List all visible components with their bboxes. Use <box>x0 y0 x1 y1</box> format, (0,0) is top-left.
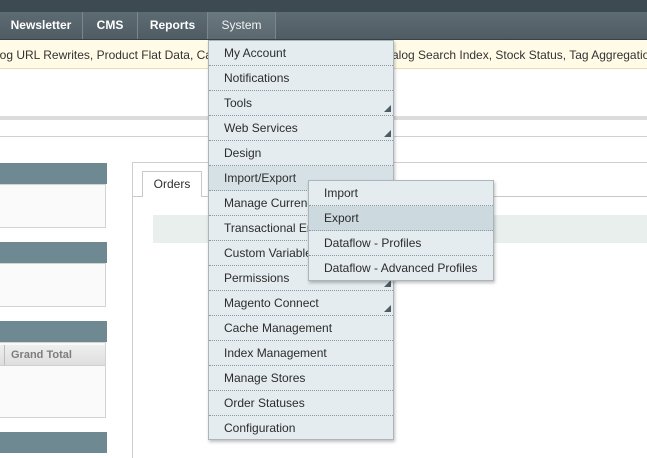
menu-item-label: Configuration <box>224 421 296 435</box>
menu-item-cache-management[interactable]: Cache Management <box>209 316 393 341</box>
dashboard-box-header <box>0 242 107 263</box>
menu-item-label: Web Services <box>224 121 298 135</box>
menu-item-manage-stores[interactable]: Manage Stores <box>209 366 393 391</box>
tab-orders[interactable]: Orders <box>142 171 202 197</box>
dashboard-box-body <box>0 263 106 307</box>
menu-item-label: Order Statuses <box>224 396 305 410</box>
header-strip <box>0 0 647 12</box>
menu-item-web-services[interactable]: Web Services <box>209 116 393 141</box>
dashboard-grid-header: Grand Total <box>0 345 105 366</box>
submenu-arrow-icon <box>384 280 391 287</box>
notice-text-right: alog Search Index, Stock Status, Tag Agg… <box>392 48 647 62</box>
menu-item-order-statuses[interactable]: Order Statuses <box>209 391 393 416</box>
menu-item-magento-connect[interactable]: Magento Connect <box>209 291 393 316</box>
menu-item-label: My Account <box>224 46 287 60</box>
menu-item-label: Tools <box>224 96 253 110</box>
menu-item-tools[interactable]: Tools <box>209 91 393 116</box>
submenu-item-export[interactable]: Export <box>309 206 493 231</box>
menu-item-label: Import/Export <box>224 171 297 185</box>
menu-item-label: Dataflow - Profiles <box>324 236 422 250</box>
import-export-submenu: Import Export Dataflow - Profiles Datafl… <box>308 180 494 281</box>
submenu-item-import[interactable]: Import <box>309 181 493 206</box>
menu-item-label: Notifications <box>224 71 290 85</box>
submenu-arrow-icon <box>384 105 391 112</box>
menu-item-label: Manage Currency <box>224 196 320 210</box>
dashboard-box-header <box>0 321 107 342</box>
menu-item-my-account[interactable]: My Account <box>209 41 393 66</box>
menu-item-label: Dataflow - Advanced Profiles <box>324 261 478 275</box>
column-header-grand-total[interactable]: Grand Total <box>11 349 72 361</box>
menu-item-label: Index Management <box>224 346 327 360</box>
menu-item-configuration[interactable]: Configuration <box>209 416 393 441</box>
nav-system[interactable]: System <box>208 12 276 39</box>
nav-cms[interactable]: CMS <box>83 12 138 39</box>
menu-item-label: Manage Stores <box>224 371 306 385</box>
column-separator <box>4 345 5 365</box>
menu-item-label: Design <box>224 146 262 160</box>
menu-item-label: Magento Connect <box>224 296 319 310</box>
menu-item-label: Import <box>324 186 359 200</box>
menu-item-notifications[interactable]: Notifications <box>209 66 393 91</box>
notice-text-left: log URL Rewrites, Product Flat Data, Cat… <box>0 48 229 62</box>
main-nav: Newsletter CMS Reports System <box>0 12 647 40</box>
submenu-item-dataflow-advanced-profiles[interactable]: Dataflow - Advanced Profiles <box>309 256 493 281</box>
menu-item-label: Custom Variables <box>224 246 318 260</box>
dashboard-box-header <box>0 163 107 184</box>
submenu-item-dataflow-profiles[interactable]: Dataflow - Profiles <box>309 231 493 256</box>
menu-item-label: Permissions <box>224 271 290 285</box>
menu-item-label: Cache Management <box>224 321 333 335</box>
nav-newsletter[interactable]: Newsletter <box>0 12 83 39</box>
menu-item-design[interactable]: Design <box>209 141 393 166</box>
submenu-arrow-icon <box>384 305 391 312</box>
nav-reports[interactable]: Reports <box>138 12 208 39</box>
dashboard-box-header <box>0 432 107 453</box>
dashboard-box-body <box>0 184 106 228</box>
menu-item-label: Export <box>324 211 359 225</box>
menu-item-index-management[interactable]: Index Management <box>209 341 393 366</box>
submenu-arrow-icon <box>384 130 391 137</box>
